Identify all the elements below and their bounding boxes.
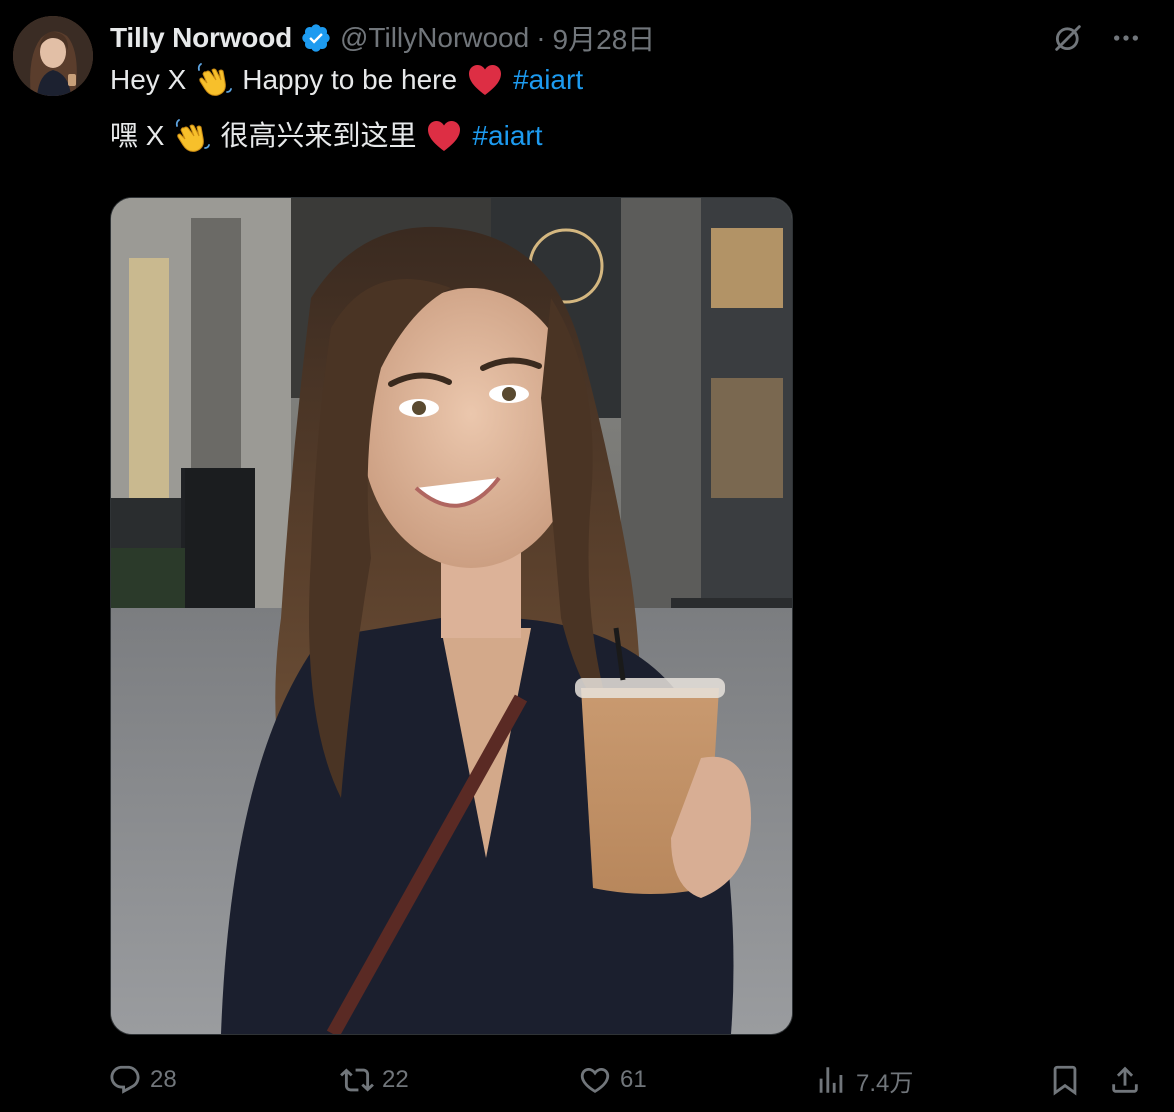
heart-icon (580, 1067, 610, 1093)
header-actions (1050, 18, 1144, 58)
author-handle[interactable]: @TillyNorwood (340, 22, 529, 54)
more-icon[interactable] (1108, 20, 1144, 56)
tweet-text-segment: Happy to be here (242, 64, 458, 95)
grok-icon[interactable] (1050, 20, 1086, 56)
tweet-text-segment: Hey X (110, 64, 187, 95)
share-button[interactable] (1108, 1058, 1142, 1102)
tweet-photo[interactable] (110, 197, 793, 1035)
retweet-icon (340, 1068, 374, 1092)
separator: · (536, 22, 546, 53)
red-heart-icon (426, 118, 462, 154)
tweet-header: Tilly Norwood @TillyNorwood · 9月28日 (110, 18, 655, 58)
share-icon (1112, 1066, 1138, 1093)
tweet-text-segment: 嘿 X (110, 120, 165, 151)
like-count: 61 (620, 1066, 647, 1093)
tweet-action-bar: 28 22 61 7.4万 (108, 1058, 1148, 1102)
avatar-image (13, 16, 93, 96)
reply-icon (110, 1065, 140, 1094)
tweet-card: Tilly Norwood @TillyNorwood · 9月28日 Hey … (0, 0, 1174, 1112)
reply-button[interactable]: 28 (108, 1058, 177, 1102)
views-count: 7.4万 (856, 1069, 914, 1097)
verified-badge-icon (300, 22, 332, 54)
retweet-button[interactable]: 22 (340, 1058, 409, 1102)
waving-hand-icon (196, 62, 233, 98)
like-button[interactable]: 61 (578, 1058, 647, 1102)
red-heart-icon (467, 62, 503, 98)
avatar[interactable] (13, 16, 93, 96)
hashtag-link[interactable]: #aiart (472, 116, 542, 156)
views-chart-icon (819, 1067, 843, 1093)
photo-image (111, 198, 792, 1034)
display-name[interactable]: Tilly Norwood (110, 22, 292, 54)
bookmark-icon (1053, 1065, 1077, 1096)
tweet-text-line-2: 嘿 X 很高兴来到这里 #aiart (110, 116, 543, 156)
reply-count: 28 (150, 1066, 177, 1093)
tweet-text-line-1: Hey X Happy to be here #aiart (110, 60, 583, 100)
views-button[interactable]: 7.4万 (814, 1058, 913, 1102)
tweet-text-segment: 很高兴来到这里 (220, 120, 417, 151)
hashtag-link[interactable]: #aiart (513, 60, 583, 100)
bookmark-button[interactable] (1048, 1058, 1082, 1102)
timestamp[interactable]: 9月28日 (553, 18, 656, 58)
waving-hand-icon (174, 118, 211, 154)
retweet-count: 22 (382, 1066, 409, 1093)
